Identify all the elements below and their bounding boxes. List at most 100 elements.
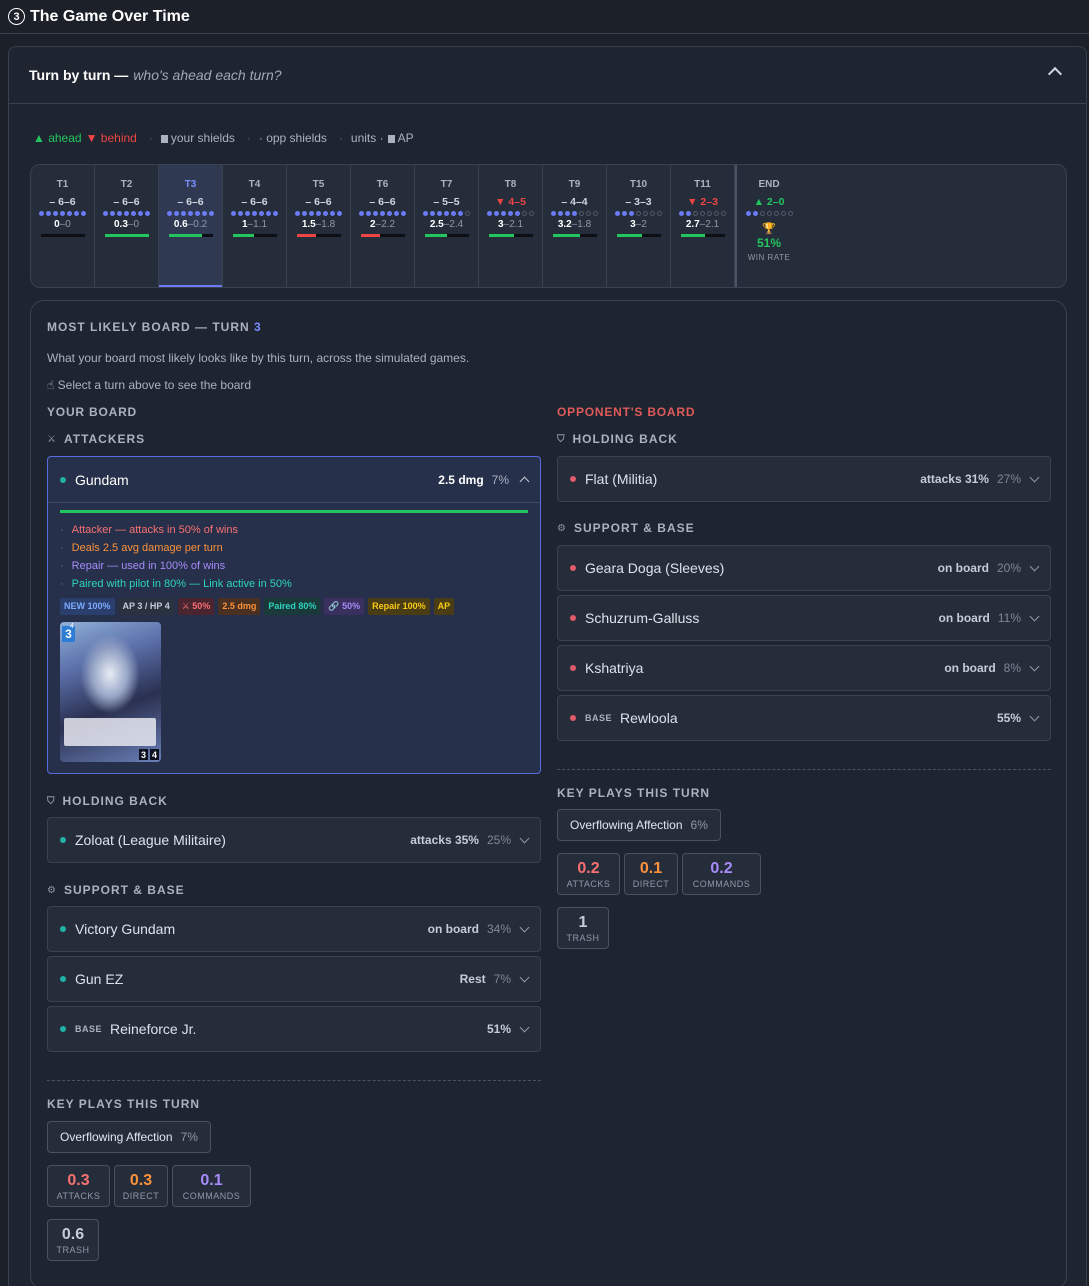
- turn-t11[interactable]: T11 ▼ 2–3 2.7–2.1: [671, 165, 735, 287]
- shield-dot: [679, 211, 684, 216]
- ap-bar: [40, 234, 85, 237]
- your-board-heading: YOUR BOARD: [47, 405, 138, 419]
- card-name: Zoloat (League Militaire): [75, 832, 226, 848]
- panel-header[interactable]: Turn by turn — who's ahead each turn?: [9, 47, 1086, 104]
- opp-units: –2: [635, 219, 647, 230]
- turn-score: ▲ 2–0: [753, 196, 785, 208]
- chevron-up-icon[interactable]: [519, 476, 530, 487]
- status-dot: [570, 715, 576, 721]
- attackers-heading: ⚔ ATTACKERS: [47, 432, 146, 446]
- ap-bar: [360, 234, 405, 237]
- collapse-chevron-icon[interactable]: [1047, 66, 1063, 82]
- gear-icon: ⚙: [47, 884, 57, 896]
- shield-icon: ⛉: [557, 433, 566, 445]
- card-name: Flat (Militia): [585, 471, 658, 487]
- your-stat-commands: 0.1 COMMANDS: [172, 1165, 251, 1207]
- opp-stat-trash: 1 TRASH: [557, 907, 609, 949]
- card-stat: on board: [427, 922, 479, 936]
- tag-ap-hp: AP 3 / HP 4: [118, 598, 174, 615]
- turn-t10[interactable]: T10 – 3–3 3–2: [607, 165, 671, 287]
- card-stat: attacks 35%: [410, 833, 479, 847]
- shield-dot: [266, 211, 271, 216]
- turn-units: 3.2–1.8: [558, 219, 591, 230]
- card-row-rewloola[interactable]: BASE Rewloola 55%: [557, 695, 1051, 741]
- chevron-down-icon[interactable]: [519, 972, 530, 982]
- card-row-flat[interactable]: Flat (Militia) attacks 31% 27%: [557, 456, 1051, 502]
- card-row-reineforce[interactable]: BASE Reineforce Jr. 51%: [47, 1006, 541, 1052]
- shield-dot: [373, 211, 378, 216]
- tag-ap: AP: [433, 598, 455, 615]
- chevron-down-icon[interactable]: [1029, 711, 1040, 721]
- opp-units: –1.1: [247, 219, 268, 230]
- chevron-down-icon[interactable]: [519, 922, 530, 932]
- ap-bar-fill: [424, 234, 447, 237]
- shield-dot: [138, 211, 143, 216]
- shield-dot: [181, 211, 186, 216]
- attacker-progress-bar: [60, 510, 528, 513]
- turn-end[interactable]: END ▲ 2–0 🏆 51% WIN RATE: [735, 165, 801, 287]
- attacker-card-header[interactable]: Gundam 2.5 dmg 7%: [48, 457, 540, 503]
- shield-dot: [67, 211, 72, 216]
- card-row-kshatriya[interactable]: Kshatriya on board 8%: [557, 645, 1051, 691]
- section-header: 3 The Game Over Time: [0, 0, 1089, 34]
- chevron-down-icon[interactable]: [1029, 472, 1040, 482]
- turn-t9[interactable]: T9 – 4–4 3.2–1.8: [543, 165, 607, 287]
- shield-icon: ⛉: [47, 795, 56, 807]
- turn-t3[interactable]: T3 – 6–6 0.6–0.2: [159, 165, 223, 287]
- turn-t6[interactable]: T6 – 6–6 2–2.2: [351, 165, 415, 287]
- legend-your-shields: your shields: [160, 131, 235, 145]
- card-name: Kshatriya: [585, 660, 644, 676]
- card-row-gun-ez[interactable]: Gun EZ Rest 7%: [47, 956, 541, 1002]
- turn-t7[interactable]: T7 – 5–5 2.5–2.4: [415, 165, 479, 287]
- card-name: Gundam: [75, 471, 129, 488]
- card-row-victory-gundam[interactable]: Victory Gundam on board 34%: [47, 906, 541, 952]
- turn-label: T7: [440, 179, 453, 190]
- opp-holding-back-heading: ⛉ HOLDING BACK: [557, 432, 678, 446]
- pointer-icon: ☝: [47, 378, 58, 392]
- turn-units: 0.6–0.2: [174, 219, 207, 230]
- shield-dot: [437, 211, 442, 216]
- turn-score: – 3–3: [625, 196, 652, 208]
- chevron-down-icon[interactable]: [519, 1022, 530, 1032]
- chevron-down-icon[interactable]: [1029, 611, 1040, 621]
- card-pct: 55%: [996, 711, 1021, 725]
- chevron-down-icon[interactable]: [1029, 661, 1040, 671]
- turn-t1[interactable]: T1 – 6–6 0–0: [31, 165, 95, 287]
- turn-score: – 6–6: [113, 196, 140, 208]
- turn-t4[interactable]: T4 – 6–6 1–1.1: [223, 165, 287, 287]
- attacker-facts: Attacker — attacks in 50% of wins Deals …: [60, 521, 292, 593]
- ap-bar: [552, 234, 597, 237]
- shield-dot: [551, 211, 556, 216]
- tag-damage: 2.5 dmg: [218, 598, 261, 615]
- card-row-schuzrum[interactable]: Schuzrum-Galluss on board 11%: [557, 595, 1051, 641]
- turn-t8[interactable]: T8 ▼ 4–5 3–2.1: [479, 165, 543, 287]
- chevron-down-icon[interactable]: [519, 833, 530, 843]
- your-key-play-chip[interactable]: Overflowing Affection 7%: [47, 1121, 211, 1153]
- attacker-tags: NEW 100% AP 3 / HP 4 ⚔ 50% 2.5 dmg Paire…: [60, 598, 455, 615]
- shield-dot: [494, 211, 499, 216]
- shield-dot: [686, 211, 691, 216]
- legend-behind: ▼ behind: [85, 131, 137, 145]
- ap-bar-fill: [104, 234, 149, 237]
- turn-t2[interactable]: T2 – 6–6 0.3–0: [95, 165, 159, 287]
- turn-timeline: T1– 6–6 0–0 T2– 6–6 0.3–0 T3– 6–6 0.6–0.2 T4– …: [30, 164, 1067, 288]
- shield-dot: [759, 211, 765, 216]
- card-row-geara-doga[interactable]: Geara Doga (Sleeves) on board 20%: [557, 545, 1051, 591]
- opp-key-play-chip[interactable]: Overflowing Affection 6%: [557, 809, 721, 841]
- shield-dot: [787, 211, 793, 216]
- board-hint: ☝ Select a turn above to see the board: [47, 378, 252, 392]
- shield-dot: [773, 211, 779, 216]
- shield-dot: [117, 211, 122, 216]
- ap-bar-fill: [488, 234, 515, 237]
- attacker-card-gundam[interactable]: Gundam 2.5 dmg 7% Attacker — attacks in …: [47, 456, 541, 774]
- card-row-zoloat[interactable]: Zoloat (League Militaire) attacks 35% 25…: [47, 817, 541, 863]
- card-pct: 8%: [1003, 661, 1021, 675]
- shield-dot: [401, 211, 406, 216]
- turn-t5[interactable]: T5 – 6–6 1.5–1.8: [287, 165, 351, 287]
- fact-pilot: Paired with pilot in 80% — Link active i…: [60, 575, 292, 593]
- shield-dot: [444, 211, 449, 216]
- shield-dot: [295, 211, 300, 216]
- shield-dots: [679, 211, 726, 216]
- card-pct: 7%: [491, 472, 509, 487]
- chevron-down-icon[interactable]: [1029, 561, 1040, 571]
